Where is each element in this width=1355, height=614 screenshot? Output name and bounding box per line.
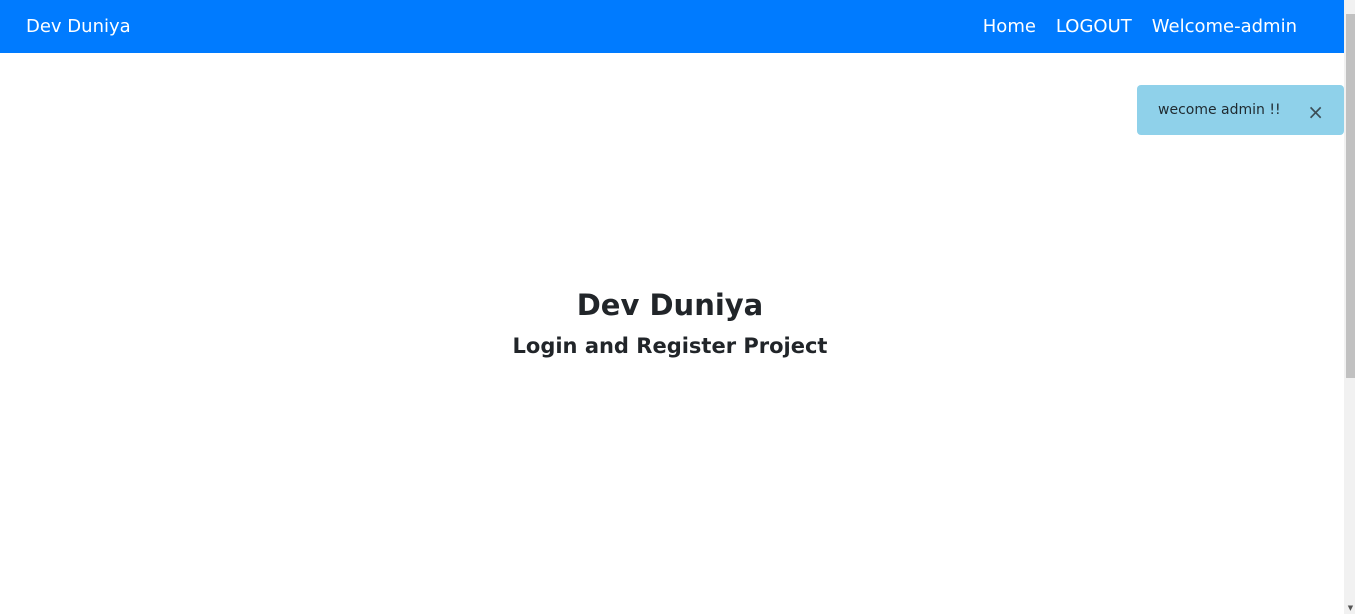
nav-logout-link[interactable]: LOGOUT (1056, 0, 1132, 53)
alert-message: wecome admin !! (1158, 102, 1281, 118)
nav-home-link[interactable]: Home (983, 0, 1036, 53)
page-title: Dev Duniya (576, 288, 764, 322)
nav-welcome-link[interactable]: Welcome-admin (1152, 0, 1297, 53)
navbar: Dev Duniya Home LOGOUT Welcome-admin (0, 0, 1344, 53)
brand-link[interactable]: Dev Duniya (26, 0, 131, 53)
scroll-down-arrow-icon[interactable]: ▼ (1346, 603, 1355, 614)
welcome-alert: wecome admin !! × (1137, 85, 1344, 135)
page-subtitle: Login and Register Project (512, 334, 828, 358)
hero-section: Dev Duniya Login and Register Project (0, 283, 1340, 365)
scrollbar-thumb[interactable] (1346, 14, 1355, 378)
close-icon[interactable]: × (1307, 85, 1324, 139)
vertical-scrollbar[interactable]: ▼ (1344, 0, 1355, 614)
nav-links: Home LOGOUT Welcome-admin (983, 0, 1297, 53)
